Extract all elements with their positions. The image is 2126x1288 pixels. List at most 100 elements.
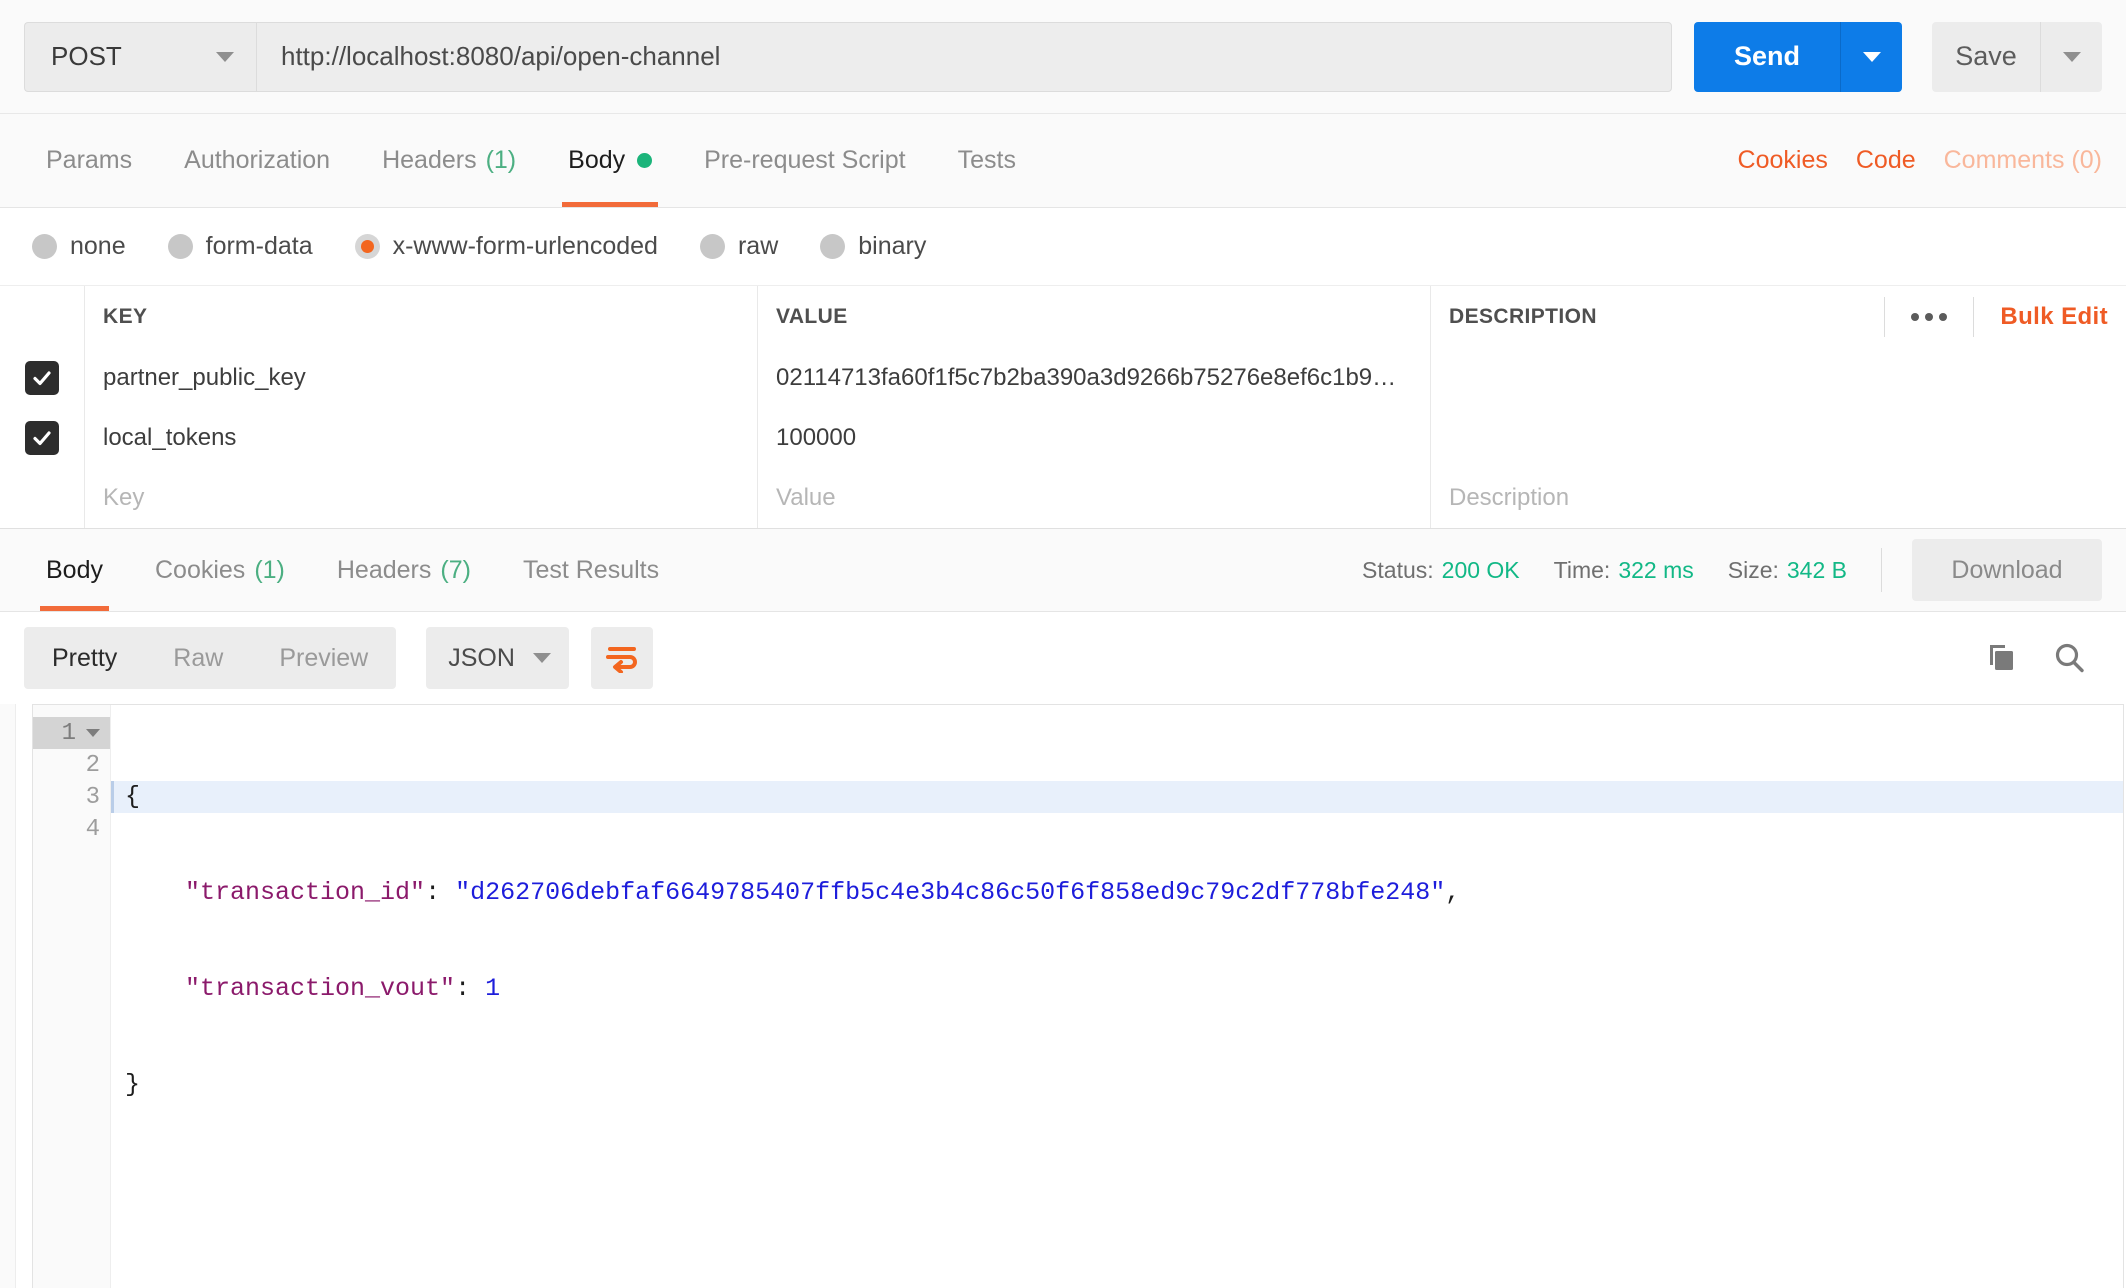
url-value: http://localhost:8080/api/open-channel [281, 41, 721, 71]
save-button[interactable]: Save [1932, 21, 2040, 92]
search-icon [2055, 643, 2084, 673]
new-row-value-input[interactable]: Value [758, 468, 1430, 528]
code-line: "transaction_vout": 1 [111, 973, 2123, 1005]
word-wrap-icon [605, 647, 637, 673]
tab-label: Cookies [154, 555, 246, 584]
search-button[interactable] [2052, 641, 2086, 675]
table-new-row: Key Value Description [0, 468, 2126, 528]
send-button[interactable]: Send [1694, 21, 1840, 92]
response-view-toolbar: Pretty Raw Preview JSON [0, 612, 2126, 704]
response-format-select[interactable]: JSON [426, 627, 569, 689]
body-type-binary[interactable]: binary [820, 232, 926, 261]
response-tab-headers[interactable]: Headers (7) [315, 529, 493, 611]
radio-selected-icon [354, 234, 380, 259]
params-table: KEY VALUE DESCRIPTION Bulk Edit partner_… [0, 286, 2126, 528]
header-description: DESCRIPTION [1449, 305, 1597, 328]
tab-label: Headers [382, 146, 477, 174]
radio-icon [167, 234, 193, 259]
copy-button[interactable] [1982, 640, 2018, 676]
table-row: local_tokens 100000 [0, 408, 2126, 468]
comments-link[interactable]: Comments (0) [1944, 146, 2102, 175]
cookies-link[interactable]: Cookies [1738, 146, 1828, 175]
http-method-select[interactable]: POST [24, 21, 256, 92]
new-row-description-input[interactable]: Description [1431, 468, 2126, 528]
more-options-icon[interactable] [1884, 297, 1975, 337]
row-checkbox[interactable] [25, 361, 59, 395]
response-tab-body[interactable]: Body [24, 529, 125, 611]
header-checkbox-cell [0, 286, 84, 348]
tab-label: Body [46, 555, 103, 584]
json-string-value: "d262706debfaf6649785407ffb5c4e3b4c86c50… [455, 878, 1446, 907]
tab-count: (1) [254, 555, 285, 584]
response-tabs: Body Cookies (1) Headers (7) Test Result… [24, 529, 689, 611]
row-description[interactable] [1431, 348, 2126, 408]
row-value[interactable]: 02114713fa60f1f5c7b2ba390a3d9266b75276e8… [758, 348, 1430, 408]
row-description[interactable] [1431, 408, 2126, 468]
size-label: Size: [1727, 556, 1779, 583]
time-value: 322 ms [1618, 556, 1694, 583]
download-button[interactable]: Download [1912, 539, 2102, 601]
header-key: KEY [85, 286, 757, 348]
tab-headers[interactable]: Headers (1) [360, 114, 538, 207]
body-type-x-www-form-urlencoded[interactable]: x-www-form-urlencoded [354, 232, 658, 261]
fold-triangle-icon[interactable] [86, 729, 100, 737]
body-type-raw[interactable]: raw [699, 232, 779, 261]
save-options-button[interactable] [2040, 21, 2102, 92]
row-key[interactable]: local_tokens [85, 408, 757, 468]
radio-label: none [70, 232, 126, 260]
code-line: { [111, 781, 2123, 813]
json-key: "transaction_id" [185, 878, 426, 907]
tab-label: Test Results [522, 555, 660, 584]
send-options-button[interactable] [1840, 21, 1902, 92]
radio-label: raw [737, 232, 779, 260]
tab-label: Pre-request Script [704, 146, 906, 174]
request-tabs: Params Authorization Headers (1) Body Pr… [24, 114, 1046, 207]
response-tab-test-results[interactable]: Test Results [501, 529, 681, 611]
tab-label: Params [46, 146, 133, 174]
json-colon: : [425, 878, 456, 907]
request-tab-actions: Cookies Code Comments (0) [1710, 114, 2102, 207]
word-wrap-button[interactable] [590, 627, 653, 689]
view-mode-preview[interactable]: Preview [251, 627, 396, 689]
tab-count: (7) [440, 555, 471, 584]
json-viewer[interactable]: 1 2 3 4 { "transaction_id": "d262706debf… [32, 704, 2124, 1288]
table-row: partner_public_key 02114713fa60f1f5c7b2b… [0, 348, 2126, 408]
url-input[interactable]: http://localhost:8080/api/open-channel [256, 21, 1672, 92]
bulk-edit-link[interactable]: Bulk Edit [1974, 303, 2108, 331]
tab-label: Tests [957, 146, 1016, 174]
new-row-key-input[interactable]: Key [85, 468, 757, 528]
code-link[interactable]: Code [1856, 146, 1916, 175]
response-meta: Status: 200 OK Time: 322 ms Size: 342 B Dow… [1328, 529, 2102, 611]
line-number[interactable]: 1 [33, 717, 110, 749]
url-bar: POST http://localhost:8080/api/open-chan… [0, 0, 2126, 114]
row-checkbox[interactable] [25, 421, 59, 455]
line-number: 4 [85, 815, 100, 843]
size-value: 342 B [1786, 556, 1847, 583]
json-code[interactable]: { "transaction_id": "d262706debfaf664978… [111, 705, 2123, 1288]
json-number-value: 1 [485, 974, 501, 1003]
save-button-group: Save [1932, 21, 2102, 92]
tab-authorization[interactable]: Authorization [162, 114, 352, 207]
line-number: 3 [85, 783, 100, 811]
json-close-brace: } [125, 1070, 141, 1099]
line-number-label: 1 [61, 719, 76, 747]
view-mode-raw[interactable]: Raw [145, 627, 251, 689]
size-badge: Size: 342 B [1728, 557, 1847, 584]
tab-params[interactable]: Params [24, 114, 154, 207]
tab-pre-request-script[interactable]: Pre-request Script [682, 114, 927, 207]
response-tab-cookies[interactable]: Cookies (1) [133, 529, 307, 611]
response-format-value: JSON [448, 643, 515, 672]
time-badge: Time: 322 ms [1554, 557, 1694, 584]
row-key[interactable]: partner_public_key [85, 348, 757, 408]
row-value[interactable]: 100000 [758, 408, 1430, 468]
body-type-form-data[interactable]: form-data [167, 232, 313, 261]
tab-tests[interactable]: Tests [936, 114, 1038, 207]
status-label: Status: [1362, 556, 1434, 583]
radio-label: form-data [205, 232, 313, 260]
line-number-gutter: 1 2 3 4 [33, 705, 111, 1288]
view-mode-pretty[interactable]: Pretty [24, 627, 145, 689]
body-type-none[interactable]: none [32, 232, 126, 261]
tab-body[interactable]: Body [546, 114, 674, 207]
response-tab-bar: Body Cookies (1) Headers (7) Test Result… [0, 528, 2126, 612]
copy-icon [1990, 645, 2013, 670]
